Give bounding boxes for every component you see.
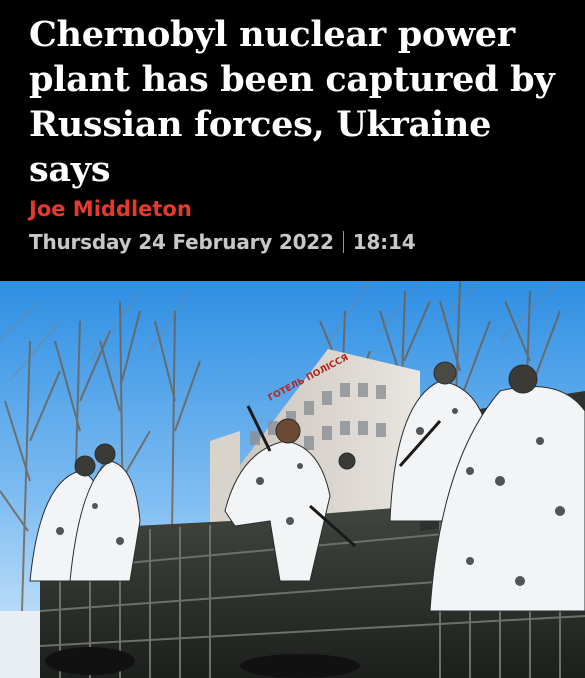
article-photo: ГОТЕЛЬ ПОЛІССЯ (0, 281, 585, 678)
article-headline: Chernobyl nuclear power plant has been c… (29, 14, 555, 190)
author-link[interactable]: Joe Middleton (29, 195, 192, 223)
publish-date: Thursday 24 February 2022 (29, 230, 334, 254)
dateline-divider (342, 231, 344, 253)
article: Chernobyl nuclear power plant has been c… (0, 0, 585, 678)
article-dateline: Thursday 24 February 2022 18:14 (29, 228, 416, 256)
publish-time: 18:14 (352, 230, 416, 254)
